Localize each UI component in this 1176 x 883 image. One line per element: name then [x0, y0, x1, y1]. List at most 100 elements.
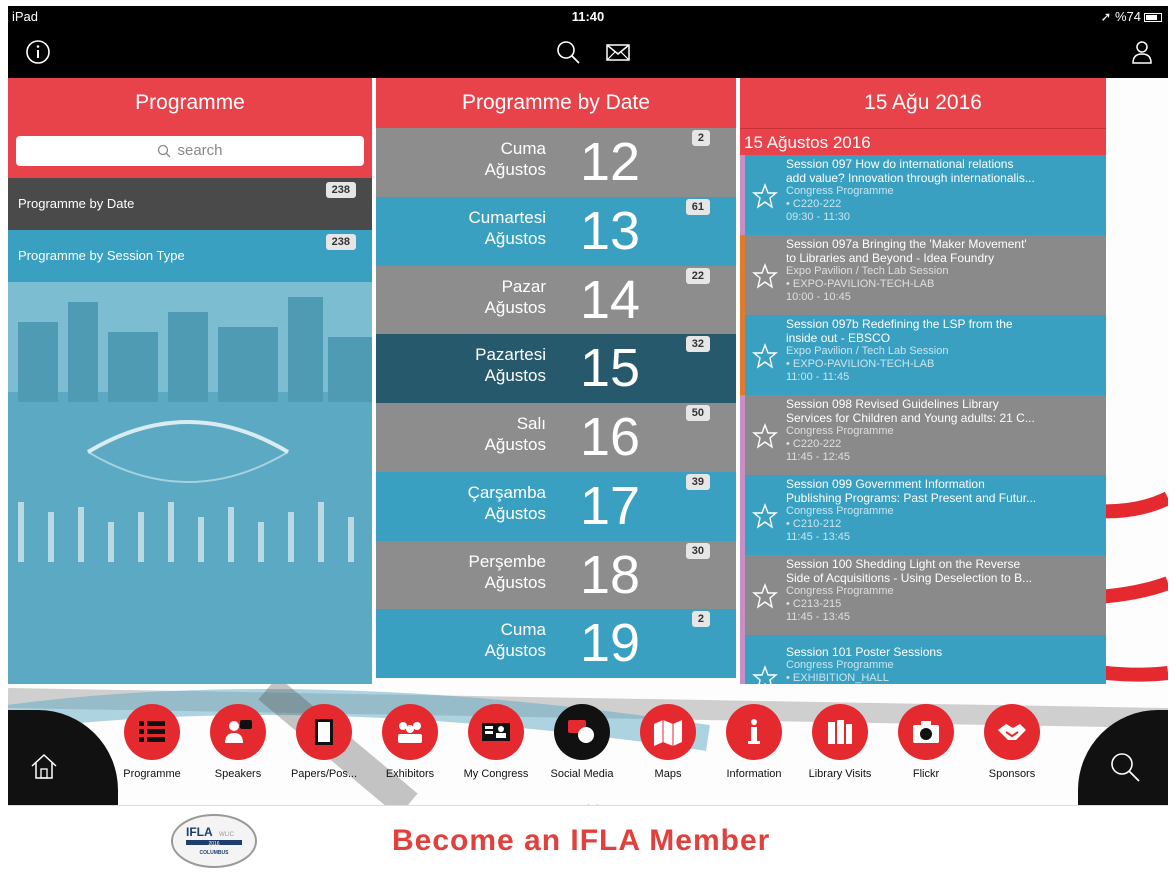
- session-item[interactable]: Session 097a Bringing the 'Maker Movemen…: [740, 235, 1106, 315]
- svg-text:IFLA: IFLA: [186, 825, 213, 839]
- star-favorite-icon[interactable]: [752, 503, 778, 529]
- session-title: Session 099 Government Information: [786, 477, 985, 491]
- day-number: 15: [580, 338, 641, 399]
- count-badge: 238: [325, 234, 356, 250]
- track-stripe: [740, 155, 745, 235]
- month: Ağustos: [484, 435, 546, 454]
- date-row-15-selected[interactable]: Pazartesi Ağustos 15 32: [376, 334, 736, 403]
- date-row-13[interactable]: Cumartesi Ağustos 13 61: [376, 196, 736, 266]
- session-track: Congress Programme: [786, 585, 894, 597]
- month: Ağustos: [484, 228, 546, 248]
- day-number: 19: [580, 613, 641, 674]
- page-indicator[interactable]: ••: [586, 798, 604, 805]
- dock-label: Library Visits: [808, 768, 872, 780]
- dock-label: Social Media: [550, 768, 614, 780]
- session-room: • EXPO-PAVILION-TECH-LAB: [786, 358, 935, 370]
- menu-programme-by-date[interactable]: Programme by Date 238: [8, 178, 372, 230]
- session-title-2: add value? Innovation through internatio…: [786, 171, 1035, 185]
- star-favorite-icon[interactable]: [752, 665, 778, 684]
- dock-search-button[interactable]: [1078, 710, 1168, 805]
- session-room: • EXPO-PAVILION-TECH-LAB: [786, 278, 935, 290]
- session-item[interactable]: Session 098 Revised Guidelines Library S…: [740, 395, 1106, 475]
- session-title: Session 101 Poster Sessions: [786, 645, 943, 659]
- track-stripe: [740, 235, 745, 315]
- my-congress-icon: [468, 704, 524, 760]
- track-stripe: [740, 475, 745, 555]
- session-title-2: Side of Acquisitions - Using Deselection…: [786, 571, 1033, 585]
- session-room: • C220-222: [786, 198, 842, 210]
- session-title-2: Services for Children and Young adults: …: [786, 411, 1035, 425]
- star-favorite-icon[interactable]: [752, 183, 778, 209]
- day-number: 13: [580, 200, 641, 261]
- become-member-banner[interactable]: Become an IFLA Member: [392, 824, 770, 858]
- dock-speakers[interactable]: Speakers: [198, 704, 278, 780]
- day-number: 17: [580, 475, 641, 536]
- dock-label: My Congress: [463, 768, 529, 780]
- date-label: Pazar Ağustos: [485, 276, 546, 318]
- date-row-19[interactable]: Cuma Ağustos 19 2: [376, 609, 736, 678]
- session-item[interactable]: Session 099 Government Information Publi…: [740, 475, 1106, 555]
- month: Ağustos: [484, 572, 546, 592]
- star-favorite-icon[interactable]: [752, 263, 778, 289]
- dock-my-congress[interactable]: My Congress: [456, 704, 536, 780]
- footer-banner[interactable]: IFLA WLIC 2016 COLUMBUS Become an IFLA M…: [8, 805, 1168, 877]
- day-number: 12: [580, 132, 641, 192]
- info-icon[interactable]: [22, 36, 54, 68]
- count-badge: 50: [685, 405, 710, 421]
- session-room: • C210-212: [786, 518, 842, 530]
- date-row-18[interactable]: Perşembe Ağustos 18 30: [376, 540, 736, 610]
- session-item[interactable]: Session 097 How do international relatio…: [740, 155, 1106, 235]
- dock-sponsors[interactable]: Sponsors: [972, 704, 1052, 780]
- top-nav-bar: [8, 26, 1168, 78]
- search-bar: search: [8, 128, 372, 178]
- session-item[interactable]: Session 097b Redefining the LSP from the…: [740, 315, 1106, 395]
- session-room: • C213-215: [786, 598, 842, 610]
- mail-icon[interactable]: [602, 36, 634, 68]
- date-label: Pazartesi Ağustos: [475, 344, 546, 386]
- search-icon[interactable]: [552, 36, 584, 68]
- star-favorite-icon[interactable]: [752, 583, 778, 609]
- date-row-12[interactable]: Cuma Ağustos 12 2: [376, 128, 736, 197]
- dock-flickr[interactable]: Flickr: [886, 704, 966, 780]
- search-icon: [1111, 753, 1140, 782]
- date-row-17[interactable]: Çarşamba Ağustos 17 39: [376, 471, 736, 541]
- ifla-logo: IFLA WLIC 2016 COLUMBUS: [171, 814, 257, 868]
- programme-by-date-header: Programme by Date: [376, 78, 736, 128]
- date-row-14[interactable]: Pazar Ağustos 14 22: [376, 265, 736, 335]
- weekday: Salı: [516, 414, 546, 433]
- star-favorite-icon[interactable]: [752, 343, 778, 369]
- session-track: Expo Pavilion / Tech Lab Session: [786, 345, 949, 357]
- session-track: Congress Programme: [786, 659, 894, 671]
- dock-label: Maps: [654, 768, 682, 780]
- dock-information[interactable]: Information: [714, 704, 794, 780]
- dock-exhibitors[interactable]: Exhibitors: [370, 704, 450, 780]
- month: Ağustos: [484, 366, 546, 386]
- date-label: Cumartesi Ağustos: [469, 207, 546, 249]
- session-title: Session 100 Shedding Light on the Revers…: [786, 557, 1021, 571]
- dock-papers[interactable]: Papers/Pos...: [284, 704, 364, 780]
- date-label: Salı Ağustos: [485, 413, 546, 455]
- dock-programme[interactable]: Programme: [112, 704, 192, 780]
- user-icon[interactable]: [1126, 36, 1158, 68]
- star-favorite-icon[interactable]: [752, 423, 778, 449]
- dock-label: Information: [726, 768, 782, 780]
- weekday: Perşembe: [468, 551, 546, 571]
- dock-label: Speakers: [214, 768, 262, 780]
- search-input[interactable]: search: [16, 136, 364, 166]
- menu-programme-by-session-type[interactable]: Programme by Session Type 238: [8, 230, 372, 282]
- session-title: Session 097 How do international relatio…: [786, 157, 1014, 171]
- session-time: 10:00 - 10:45: [786, 291, 851, 303]
- dock-library-visits[interactable]: Library Visits: [800, 704, 880, 780]
- programme-column: Programme search Programme by Date 238 P…: [8, 78, 372, 684]
- dock-maps[interactable]: Maps: [628, 704, 708, 780]
- session-item[interactable]: Session 101 Poster Sessions Congress Pro…: [740, 635, 1106, 684]
- day-number: 18: [580, 544, 641, 605]
- month: Ağustos: [484, 641, 546, 661]
- weekday: Cuma: [500, 620, 546, 640]
- dock-social-media[interactable]: Social Media: [542, 704, 622, 780]
- session-item[interactable]: Session 100 Shedding Light on the Revers…: [740, 555, 1106, 635]
- date-row-16[interactable]: Salı Ağustos 16 50: [376, 403, 736, 472]
- chat-icon: [554, 704, 610, 760]
- home-button[interactable]: [8, 710, 118, 805]
- session-room: • EXHIBITION_HALL: [786, 672, 889, 684]
